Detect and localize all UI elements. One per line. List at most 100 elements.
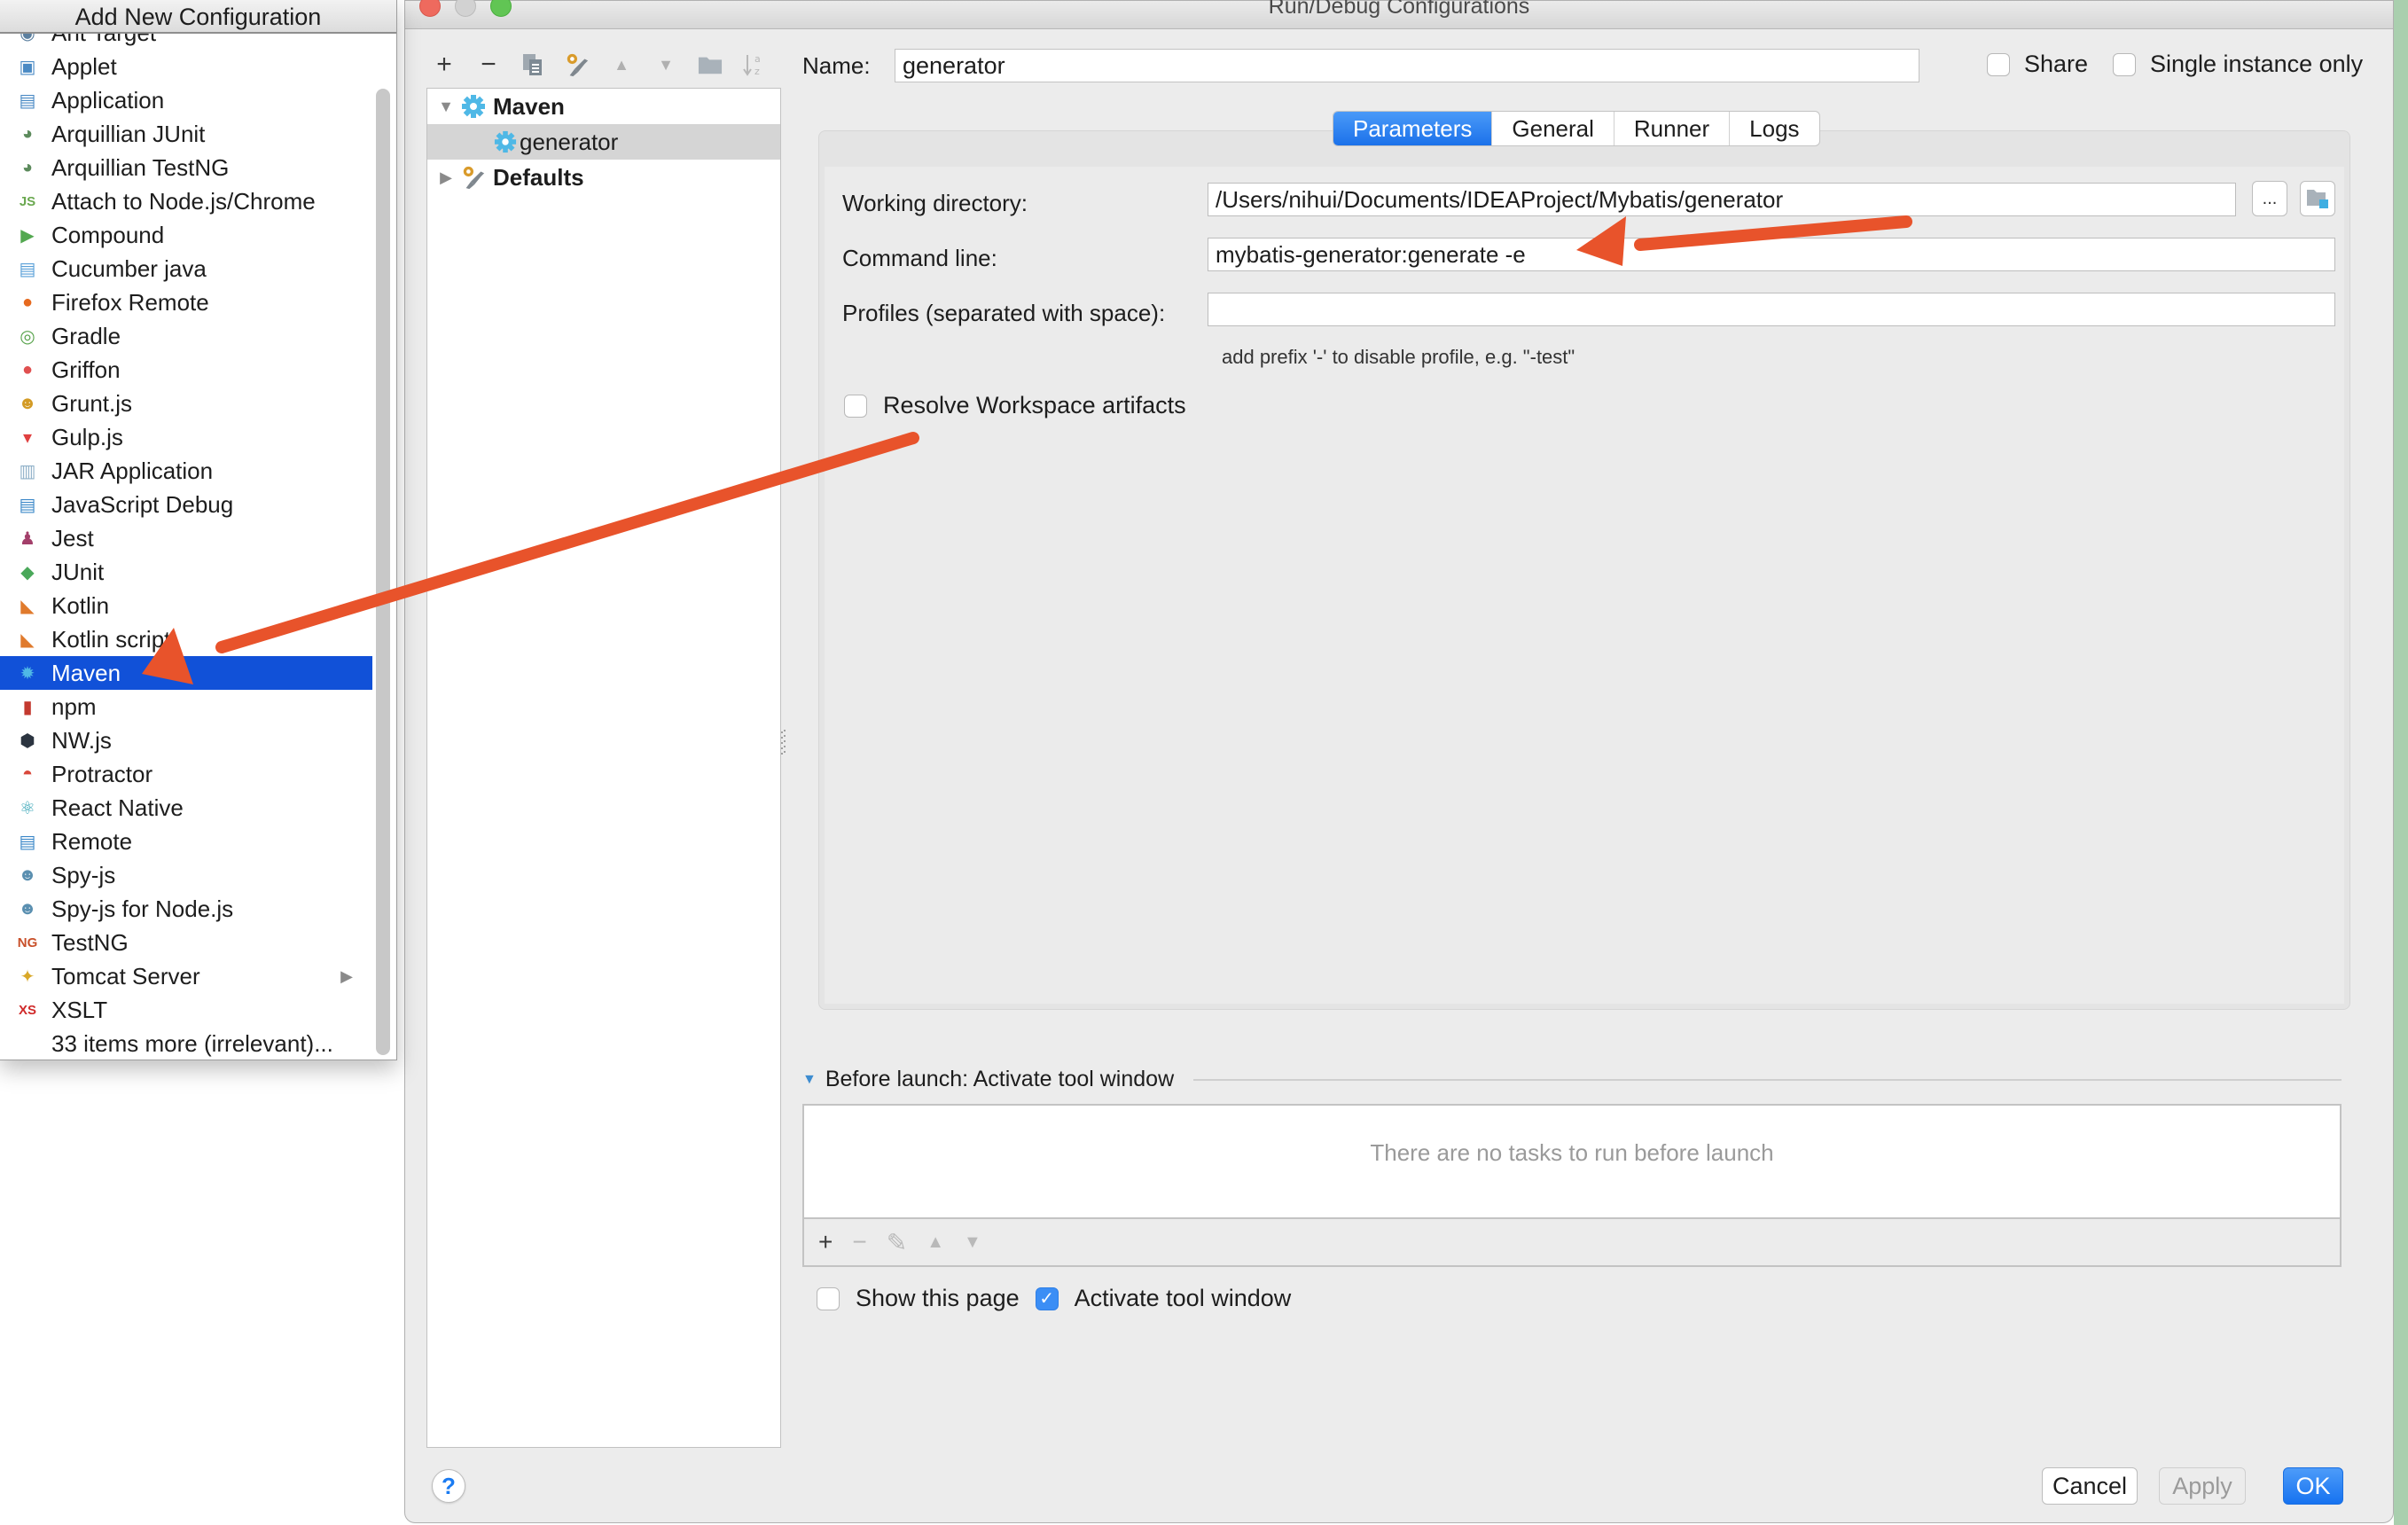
tree-group-maven[interactable]: ▼ Maven — [427, 89, 780, 124]
title-bar: Run/Debug Configurations — [405, 0, 2393, 29]
config-type-item[interactable]: 33 items more (irrelevant)... — [0, 1027, 372, 1060]
config-type-item[interactable]: ▣ Applet — [0, 50, 372, 83]
xslt-icon: XS — [18, 1002, 36, 1018]
before-launch-title: Before launch: Activate tool window — [825, 1067, 1175, 1091]
config-type-item[interactable]: ✦ Tomcat Server ▶ — [0, 959, 372, 993]
share-checkbox-box[interactable] — [1987, 52, 2010, 76]
config-type-item[interactable]: ▾ Gulp.js — [0, 420, 372, 454]
name-input[interactable] — [895, 49, 1919, 82]
popup-scrollbar[interactable] — [376, 89, 390, 1055]
tree-group-label: Defaults — [493, 163, 584, 191]
tab-logs[interactable]: Logs — [1730, 112, 1818, 145]
config-type-item[interactable]: ◕ Arquillian TestNG — [0, 151, 372, 184]
config-type-item[interactable]: ◆ JUnit — [0, 555, 372, 589]
config-type-item[interactable]: ◓ Protractor — [0, 757, 372, 791]
move-task-up-button[interactable]: ▲ — [926, 1232, 944, 1253]
resolve-workspace-checkbox[interactable]: Resolve Workspace artifacts — [844, 392, 1186, 419]
tree-group-defaults[interactable]: ▶ Defaults — [427, 160, 780, 195]
before-launch-task-list[interactable]: There are no tasks to run before launch — [802, 1104, 2342, 1219]
command-line-input[interactable]: mybatis-generator:generate -e — [1208, 238, 2335, 271]
config-type-item[interactable]: ▤ Application — [0, 83, 372, 117]
create-folder-button[interactable] — [698, 51, 723, 78]
edit-defaults-button[interactable] — [565, 51, 590, 78]
edit-task-button[interactable]: ✎ — [887, 1228, 907, 1257]
tab-runner[interactable]: Runner — [1614, 112, 1731, 145]
copy-configuration-button[interactable] — [520, 51, 545, 78]
move-down-button[interactable]: ▼ — [653, 51, 678, 78]
expanded-caret-icon[interactable]: ▼ — [433, 98, 459, 116]
config-type-item[interactable]: XS XSLT — [0, 993, 372, 1027]
tab-parameters[interactable]: Parameters — [1333, 112, 1493, 145]
add-task-button[interactable]: + — [818, 1228, 833, 1256]
apply-button[interactable]: Apply — [2159, 1467, 2246, 1505]
add-configuration-button[interactable]: + — [432, 50, 457, 79]
parameters-panel-body: Working directory: /Users/nihui/Document… — [825, 167, 2344, 1004]
splitter-handle[interactable] — [781, 728, 786, 763]
config-type-item[interactable]: NG TestNG — [0, 926, 372, 959]
config-tabs: Parameters General Runner Logs — [1333, 111, 1820, 146]
config-type-item[interactable]: ⚛ React Native — [0, 791, 372, 825]
sort-button[interactable]: az — [742, 51, 767, 78]
browse-folder-button[interactable] — [2300, 181, 2335, 216]
compound-icon: ▶ — [20, 225, 35, 246]
wrench-icon — [459, 164, 488, 191]
protractor-icon: ◓ — [21, 763, 34, 784]
config-type-item[interactable]: ▥ JAR Application — [0, 454, 372, 488]
tab-general[interactable]: General — [1492, 112, 1614, 145]
config-type-item[interactable]: ☻ Spy-js — [0, 858, 372, 892]
config-type-item[interactable]: JS Attach to Node.js/Chrome — [0, 184, 372, 218]
help-button[interactable]: ? — [432, 1469, 465, 1503]
config-type-label: Applet — [51, 52, 117, 80]
ok-button[interactable]: OK — [2283, 1467, 2343, 1505]
copy-icon — [523, 54, 542, 75]
junit-icon: ◆ — [20, 562, 35, 583]
collapsed-caret-icon[interactable]: ▶ — [433, 168, 459, 187]
config-type-item[interactable]: ◣ Kotlin script — [0, 622, 372, 656]
remove-configuration-button[interactable]: − — [476, 50, 501, 79]
folder-icon — [698, 57, 723, 74]
tree-item-generator[interactable]: generator — [427, 124, 780, 160]
config-type-item[interactable]: ⬢ NW.js — [0, 723, 372, 757]
move-task-down-button[interactable]: ▼ — [964, 1232, 981, 1253]
spyjs-icon: ☻ — [18, 864, 37, 885]
config-type-item[interactable]: ● Griffon — [0, 353, 372, 387]
working-directory-input[interactable]: /Users/nihui/Documents/IDEAProject/Mybat… — [1208, 183, 2236, 216]
arquillian-icon: ◕ — [21, 157, 34, 177]
config-type-item[interactable]: ▤ Remote — [0, 825, 372, 858]
move-up-button[interactable]: ▲ — [609, 51, 634, 78]
firefox-icon: ● — [21, 292, 34, 312]
share-checkbox[interactable]: Share — [1987, 51, 2088, 78]
profiles-input[interactable] — [1208, 293, 2335, 326]
config-type-item[interactable]: ☻ Spy-js for Node.js — [0, 892, 372, 926]
config-type-item[interactable]: ◎ Gradle — [0, 319, 372, 353]
config-type-item[interactable]: ▮ npm — [0, 690, 372, 723]
config-type-item[interactable]: ✹ Maven — [0, 656, 372, 690]
cancel-button[interactable]: Cancel — [2042, 1467, 2138, 1505]
show-this-page-checkbox[interactable] — [817, 1286, 840, 1310]
config-type-item[interactable]: ▶ Compound — [0, 218, 372, 252]
single-instance-checkbox-box[interactable] — [2113, 52, 2136, 76]
config-type-item[interactable]: ◕ Arquillian JUnit — [0, 117, 372, 151]
resolve-workspace-checkbox-box[interactable] — [844, 394, 867, 418]
npm-icon: ▮ — [22, 697, 33, 717]
config-type-item[interactable]: ☻ Grunt.js — [0, 387, 372, 420]
config-type-label: npm — [51, 692, 97, 720]
single-instance-checkbox[interactable]: Single instance only — [2113, 51, 2363, 78]
config-type-item[interactable]: ▤ Cucumber java — [0, 252, 372, 285]
javascript-debug-icon: ▤ — [19, 495, 36, 515]
browse-macros-button[interactable]: ... — [2252, 181, 2287, 216]
config-type-label: Remote — [51, 827, 133, 855]
before-launch-header[interactable]: ▼ Before launch: Activate tool window — [802, 1067, 2342, 1092]
popup-title: Add New Configuration — [0, 0, 396, 34]
expanded-caret-icon[interactable]: ▼ — [802, 1072, 817, 1088]
config-type-item[interactable]: ◣ Kotlin — [0, 589, 372, 622]
show-this-page-label: Show this page — [856, 1285, 1020, 1311]
config-type-item[interactable]: ♟ Jest — [0, 521, 372, 555]
config-type-label: Application — [51, 86, 165, 113]
activate-tool-window-checkbox[interactable]: ✓ — [1035, 1286, 1059, 1310]
config-type-item[interactable]: ● Firefox Remote — [0, 285, 372, 319]
remove-task-button[interactable]: − — [852, 1228, 866, 1256]
config-type-label: React Native — [51, 794, 184, 821]
config-type-label: Jest — [51, 524, 94, 551]
config-type-item[interactable]: ▤ JavaScript Debug — [0, 488, 372, 521]
